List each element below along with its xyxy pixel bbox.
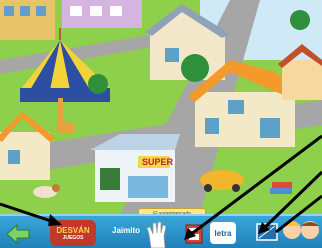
building-top[interactable] bbox=[62, 0, 142, 28]
super-sign: SUPER bbox=[142, 157, 174, 167]
tree bbox=[290, 10, 310, 30]
tree bbox=[88, 74, 108, 94]
town-scene[interactable]: SUPER bbox=[0, 0, 322, 214]
desvan-label: DESVÁN bbox=[56, 225, 90, 235]
house-top-left[interactable] bbox=[0, 0, 55, 40]
hand-icon bbox=[146, 221, 167, 248]
desvan-games-button[interactable]: DESVÁN JUEGOS bbox=[50, 220, 96, 246]
games-label: JUEGOS bbox=[62, 234, 84, 241]
tree bbox=[181, 54, 209, 82]
children-characters[interactable] bbox=[280, 216, 322, 248]
back-arrow-icon bbox=[6, 223, 30, 245]
book-button[interactable] bbox=[185, 224, 203, 244]
screen-icon bbox=[256, 223, 278, 241]
supermarket[interactable]: SUPER bbox=[90, 134, 180, 202]
kids-characters-icon bbox=[283, 221, 319, 239]
book-icon bbox=[185, 224, 203, 244]
letter-button[interactable]: letra bbox=[210, 222, 236, 244]
back-button[interactable] bbox=[4, 222, 32, 246]
hand-pointer-button[interactable] bbox=[142, 220, 172, 248]
bottom-toolbar: DESVÁN JUEGOS Jaimito letra bbox=[0, 214, 322, 248]
screen-button[interactable] bbox=[255, 222, 281, 244]
game-screen: SUPER El supermercado bbox=[0, 0, 322, 248]
character-name: Jaimito bbox=[112, 226, 141, 235]
yellow-car[interactable] bbox=[200, 170, 244, 192]
book-stack[interactable] bbox=[270, 182, 292, 194]
